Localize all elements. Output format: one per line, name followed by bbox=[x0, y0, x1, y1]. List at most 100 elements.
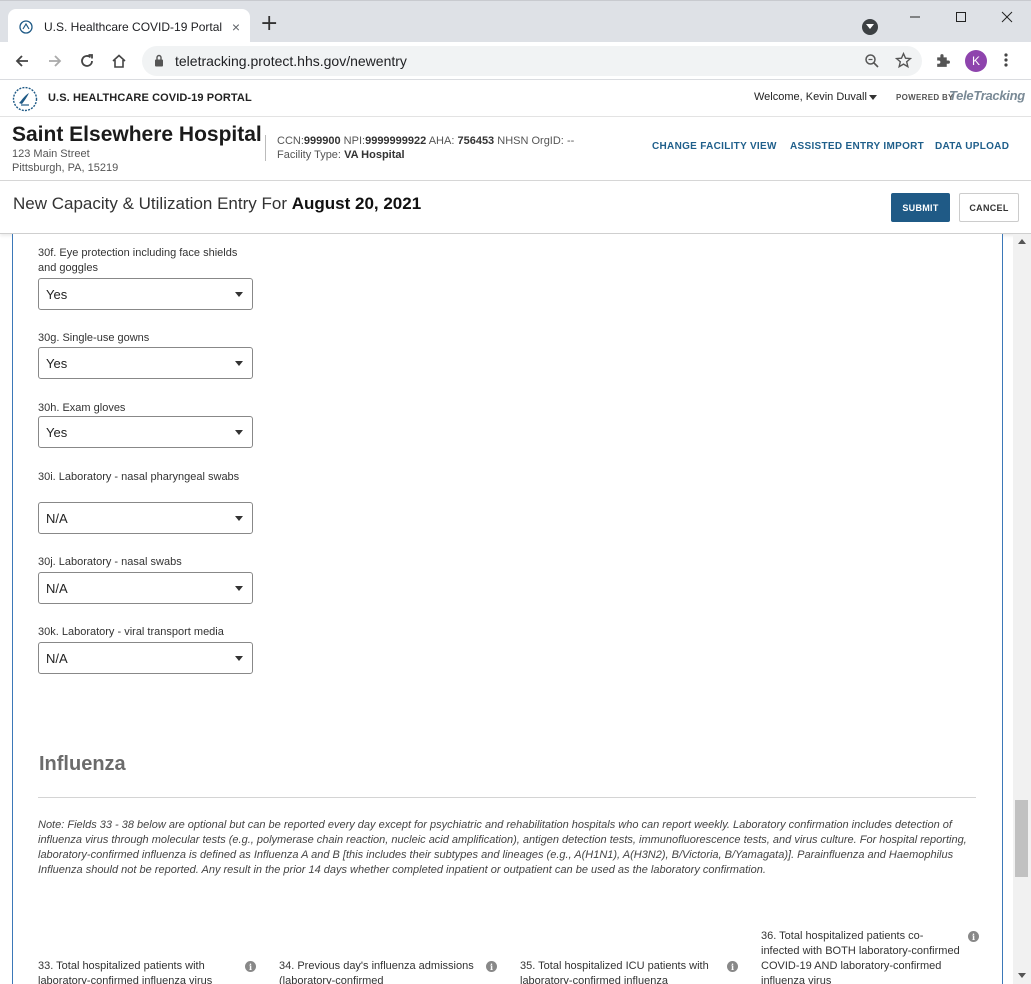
tab-title: U.S. Healthcare COVID-19 Portal bbox=[44, 19, 223, 34]
dropdown-caret-icon bbox=[235, 516, 243, 521]
browser-tab-strip: U.S. Healthcare COVID-19 Portal × + bbox=[0, 0, 1031, 44]
section-divider bbox=[38, 797, 976, 798]
nhsn-value: -- bbox=[566, 135, 575, 147]
field-30f: 30f. Eye protection including face shiel… bbox=[38, 246, 254, 310]
url-omnibox[interactable]: teletracking.protect.hhs.gov/newentry bbox=[142, 46, 922, 76]
select-30j-nasal-swabs[interactable]: N/A bbox=[38, 572, 253, 604]
field-label: 30g. Single-use gowns bbox=[38, 332, 150, 344]
field-30g: 30g. Single-use gowns Yes bbox=[38, 331, 254, 379]
reload-icon[interactable] bbox=[77, 51, 97, 71]
close-window-icon[interactable] bbox=[984, 7, 1030, 27]
hhs-eagle-logo-icon[interactable] bbox=[12, 86, 38, 112]
facility-type: Facility Type: VA Hospital bbox=[277, 149, 405, 161]
info-34-icon[interactable]: i bbox=[486, 961, 497, 972]
profile-avatar[interactable]: K bbox=[965, 50, 987, 72]
scroll-thumb[interactable] bbox=[1015, 800, 1028, 877]
dropdown-caret-icon bbox=[235, 430, 243, 435]
new-tab-plus-icon[interactable]: + bbox=[260, 13, 278, 35]
aha-label: AHA: bbox=[428, 135, 455, 147]
field-label: 30j. Laboratory - nasal swabs bbox=[38, 556, 182, 568]
facility-address-line1: 123 Main Street bbox=[12, 148, 90, 160]
hhs-favicon-icon bbox=[18, 19, 34, 35]
influenza-section-title: Influenza bbox=[39, 753, 126, 775]
field-label: 30h. Exam gloves bbox=[38, 402, 126, 414]
select-value: N/A bbox=[46, 511, 68, 526]
field-label: 30f. Eye protection including face shiel… bbox=[38, 247, 238, 274]
entry-date: August 20, 2021 bbox=[291, 194, 422, 213]
dropdown-caret-icon bbox=[235, 292, 243, 297]
assisted-entry-import-link[interactable]: ASSISTED ENTRY IMPORT bbox=[790, 141, 924, 152]
question-36-label: 36. Total hospitalized patients co-infec… bbox=[761, 930, 960, 984]
info-33-icon[interactable]: i bbox=[245, 961, 256, 972]
select-30h-exam-gloves[interactable]: Yes bbox=[38, 416, 253, 448]
scroll-down-arrow-icon[interactable] bbox=[1018, 973, 1026, 978]
facility-bar: Saint Elsewhere Hospital 123 Main Street… bbox=[0, 117, 1031, 181]
change-facility-view-link[interactable]: CHANGE FACILITY VIEW bbox=[652, 141, 777, 152]
select-30g-single-use-gowns[interactable]: Yes bbox=[38, 347, 253, 379]
dropdown-caret-icon bbox=[235, 656, 243, 661]
ccn-label: CCN: bbox=[277, 135, 304, 147]
question-33-label: 33. Total hospitalized patients with lab… bbox=[38, 960, 213, 984]
data-upload-link[interactable]: DATA UPLOAD bbox=[935, 141, 1009, 152]
npi-label: NPI: bbox=[343, 135, 366, 147]
address-bar: teletracking.protect.hhs.gov/newentry K bbox=[0, 42, 1031, 80]
minimize-icon[interactable] bbox=[892, 7, 938, 27]
dropdown-caret-icon bbox=[235, 586, 243, 591]
user-menu-caret-icon[interactable] bbox=[869, 95, 877, 100]
home-icon[interactable] bbox=[109, 51, 129, 71]
url-text[interactable]: teletracking.protect.hhs.gov/newentry bbox=[175, 53, 407, 69]
dropdown-caret-icon bbox=[235, 361, 243, 366]
tab-search-icon[interactable] bbox=[862, 19, 878, 35]
ccn-value: 999900 bbox=[303, 135, 341, 147]
entry-title-prefix: New Capacity & Utilization Entry For bbox=[13, 194, 287, 213]
aha-value: 756453 bbox=[457, 135, 495, 147]
welcome-user-menu[interactable]: Welcome, Kevin Duvall bbox=[754, 91, 867, 103]
select-30i-nasal-pharyngeal-swabs[interactable]: N/A bbox=[38, 502, 253, 534]
portal-header: U.S. HEALTHCARE COVID-19 PORTAL Welcome,… bbox=[0, 81, 1031, 117]
extensions-puzzle-icon[interactable] bbox=[934, 52, 951, 74]
npi-value: 9999999922 bbox=[365, 135, 427, 147]
lock-icon[interactable] bbox=[154, 54, 164, 72]
facility-address-line2: Pittsburgh, PA, 15219 bbox=[12, 162, 119, 174]
facility-type-label: Facility Type: bbox=[277, 149, 341, 161]
influenza-note: Note: Fields 33 - 38 below are optional … bbox=[38, 819, 967, 876]
question-34-label: 34. Previous day's influenza admissions … bbox=[279, 960, 474, 984]
powered-by-label: POWERED BY bbox=[896, 93, 954, 102]
info-36-icon[interactable]: i bbox=[968, 931, 979, 942]
tab-close-icon[interactable]: × bbox=[232, 19, 240, 35]
form-content: 30f. Eye protection including face shiel… bbox=[12, 234, 1003, 984]
bookmark-star-icon[interactable] bbox=[894, 51, 913, 74]
maximize-icon[interactable] bbox=[938, 7, 984, 27]
field-label: 30i. Laboratory - nasal pharyngeal swabs bbox=[38, 471, 240, 483]
nhsn-label: NHSN OrgID: bbox=[497, 135, 564, 147]
field-30h: 30h. Exam gloves Yes bbox=[38, 401, 254, 448]
question-35-label: 35. Total hospitalized ICU patients with… bbox=[520, 960, 709, 984]
field-30j: 30j. Laboratory - nasal swabs N/A bbox=[38, 555, 254, 604]
cancel-button[interactable]: CANCEL bbox=[959, 193, 1019, 222]
facility-name: Saint Elsewhere Hospital bbox=[12, 123, 262, 146]
facility-identifiers: CCN:999900 NPI:9999999922 AHA: 756453 NH… bbox=[277, 135, 574, 147]
teletracking-logo: TeleTracking bbox=[949, 88, 1025, 103]
select-30f-eye-protection[interactable]: Yes bbox=[38, 278, 253, 310]
back-arrow-icon[interactable] bbox=[12, 51, 32, 71]
field-label: 30k. Laboratory - viral transport media bbox=[38, 626, 224, 638]
select-value: Yes bbox=[46, 425, 68, 440]
submit-button[interactable]: SUBMIT bbox=[891, 193, 950, 222]
select-value: N/A bbox=[46, 651, 68, 666]
entry-title: New Capacity & Utilization Entry For Aug… bbox=[13, 194, 421, 214]
select-value: Yes bbox=[46, 356, 68, 371]
field-30k: 30k. Laboratory - viral transport media … bbox=[38, 625, 254, 674]
page-scrollbar[interactable] bbox=[1013, 234, 1031, 984]
select-value: N/A bbox=[46, 581, 68, 596]
scroll-up-arrow-icon[interactable] bbox=[1018, 239, 1026, 244]
select-30k-viral-transport-media[interactable]: N/A bbox=[38, 642, 253, 674]
facility-type-value: VA Hospital bbox=[344, 149, 405, 161]
browser-tab[interactable]: U.S. Healthcare COVID-19 Portal × bbox=[8, 9, 250, 44]
browser-menu-icon[interactable] bbox=[1004, 52, 1008, 72]
zoom-icon[interactable] bbox=[864, 53, 880, 74]
portal-title[interactable]: U.S. HEALTHCARE COVID-19 PORTAL bbox=[48, 92, 252, 104]
forward-arrow-icon[interactable] bbox=[45, 51, 65, 71]
facility-divider bbox=[265, 135, 266, 161]
entry-header: New Capacity & Utilization Entry For Aug… bbox=[0, 181, 1031, 234]
info-35-icon[interactable]: i bbox=[727, 961, 738, 972]
